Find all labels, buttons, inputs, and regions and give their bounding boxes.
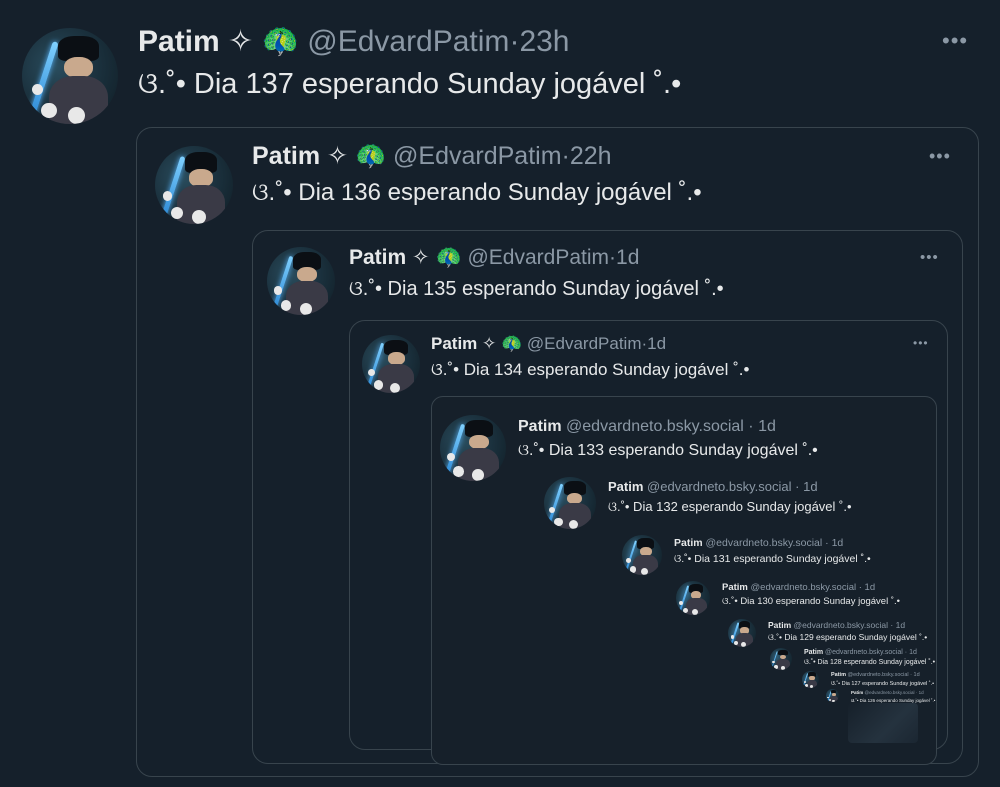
post-text: ଓ.˚• Dia 136 esperando Sunday jogável ˚.… xyxy=(252,179,702,206)
handle: @edvardneto.bsky.social xyxy=(793,620,888,630)
avatar xyxy=(770,648,792,670)
recursive-tail xyxy=(848,703,918,743)
quoted-post[interactable]: Patim ✧ 🦚 @EdvardPatim·1d ••• ଓ.˚• Dia 1… xyxy=(252,230,963,765)
more-options-icon[interactable]: ••• xyxy=(920,249,939,266)
timestamp: 1d xyxy=(803,479,818,494)
display-name: Patim xyxy=(608,479,644,494)
peacock-emoji-icon: 🦚 xyxy=(501,334,523,353)
timestamp: 1d xyxy=(913,672,920,678)
avatar[interactable] xyxy=(22,28,118,124)
bsky-post-header: Patim @edvardneto.bsky.social · 1d xyxy=(851,689,924,697)
separator: · xyxy=(795,479,800,494)
display-name: Patim xyxy=(722,582,748,593)
post-text: ଓ.˚• Dia 133 esperando Sunday jogável ˚.… xyxy=(518,442,818,459)
display-name: Patim xyxy=(851,690,864,695)
post-text: ଓ.˚• Dia 137 esperando Sunday jogável ˚.… xyxy=(138,68,682,100)
separator: · xyxy=(915,690,918,695)
post-text: ଓ.˚• Dia 129 esperando Sunday jogável ˚.… xyxy=(768,632,928,642)
handle: @edvardneto.bsky.social xyxy=(847,672,909,678)
embedded-image[interactable]: Patim @edvardneto.bsky.social · 1d ଓ.˚• D… xyxy=(431,396,937,765)
sparkle-badge-icon: ✧ xyxy=(412,246,430,269)
timestamp: 1d xyxy=(864,582,876,593)
bsky-post-header: Patim @edvardneto.bsky.social · 1d xyxy=(722,581,875,595)
peacock-emoji-icon: 🦚 xyxy=(354,142,387,170)
bsky-post-header: Patim @edvardneto.bsky.social · 1d xyxy=(831,671,920,680)
bsky-post-header: Patim @edvardneto.bsky.social · 1d xyxy=(608,477,818,497)
sparkle-badge-icon: ✧ xyxy=(482,334,497,353)
display-name: Patim xyxy=(768,620,792,630)
timestamp: 1d xyxy=(831,537,844,549)
handle: @edvardneto.bsky.social xyxy=(705,537,823,549)
quoted-post[interactable]: Patim ✧ 🦚 @EdvardPatim·22h ••• ଓ.˚• Dia … xyxy=(136,127,979,777)
display-name: Patim xyxy=(804,649,824,656)
display-name[interactable]: Patim xyxy=(252,142,320,170)
post-text: ଓ.˚• Dia 131 esperando Sunday jogável ˚.… xyxy=(674,553,871,565)
timestamp[interactable]: 1d xyxy=(616,246,639,269)
handle: @edvardneto.bsky.social xyxy=(825,649,903,656)
sparkle-badge-icon: ✧ xyxy=(327,142,348,170)
post-text: ଓ.˚• Dia 135 esperando Sunday jogável ˚.… xyxy=(349,278,724,300)
post-text: ଓ.˚• Dia 127 esperando Sunday jogável ˚.… xyxy=(831,681,935,687)
quoted-post[interactable]: Patim ✧ 🦚 @EdvardPatim·1d ••• ଓ.˚• Dia 1… xyxy=(349,320,948,765)
separator: · xyxy=(748,418,754,435)
post-text: ଓ.˚• Dia 132 esperando Sunday jogável ˚.… xyxy=(608,499,852,514)
post-text: ଓ.˚• Dia 130 esperando Sunday jogável ˚.… xyxy=(722,596,900,607)
avatar xyxy=(728,619,756,647)
more-options-icon[interactable]: ••• xyxy=(942,28,968,54)
separator: · xyxy=(858,582,862,593)
separator: · xyxy=(890,620,894,630)
display-name: Patim xyxy=(674,537,703,549)
timestamp[interactable]: 23h xyxy=(519,25,569,58)
display-name[interactable]: Patim xyxy=(138,25,220,58)
display-name: Patim xyxy=(518,418,562,435)
avatar[interactable] xyxy=(362,335,420,393)
peacock-emoji-icon: 🦚 xyxy=(261,25,299,58)
separator: · xyxy=(910,672,913,678)
avatar xyxy=(440,415,506,481)
handle: @edvardneto.bsky.social xyxy=(864,690,915,695)
handle[interactable]: @EdvardPatim xyxy=(393,142,562,170)
avatar xyxy=(544,477,596,529)
timestamp: 1d xyxy=(895,620,906,630)
avatar[interactable] xyxy=(155,146,233,224)
separator: · xyxy=(904,649,908,656)
display-name[interactable]: Patim xyxy=(349,246,406,269)
bsky-post-header: Patim @edvardneto.bsky.social · 1d xyxy=(768,619,905,631)
display-name: Patim xyxy=(831,672,846,678)
more-options-icon[interactable]: ••• xyxy=(913,336,929,350)
bsky-post-header: Patim @edvardneto.bsky.social · 1d xyxy=(518,415,776,439)
timestamp: 1d xyxy=(758,418,776,435)
timestamp[interactable]: 1d xyxy=(647,334,666,353)
handle[interactable]: @EdvardPatim xyxy=(307,25,509,58)
handle: @edvardneto.bsky.social xyxy=(647,479,792,494)
bsky-post-header: Patim @edvardneto.bsky.social · 1d xyxy=(674,535,843,551)
avatar xyxy=(676,581,710,615)
sparkle-badge-icon: ✧ xyxy=(228,25,254,58)
avatar xyxy=(826,689,839,702)
avatar[interactable] xyxy=(267,247,335,315)
timestamp[interactable]: 22h xyxy=(570,142,612,170)
handle[interactable]: @EdvardPatim xyxy=(527,334,642,353)
avatar xyxy=(622,535,662,575)
separator: · xyxy=(561,142,570,170)
separator: · xyxy=(825,537,829,549)
more-options-icon[interactable]: ••• xyxy=(929,146,951,167)
separator: · xyxy=(509,25,520,58)
handle: @edvardneto.bsky.social xyxy=(566,418,744,435)
bsky-post-header: Patim @edvardneto.bsky.social · 1d xyxy=(804,648,917,658)
post-header: Patim ✧ 🦚 @EdvardPatim·22h xyxy=(252,141,612,171)
peacock-emoji-icon: 🦚 xyxy=(435,246,462,269)
avatar xyxy=(802,671,819,688)
timestamp: 1d xyxy=(909,649,917,656)
post-header: Patim ✧ 🦚 @EdvardPatim·23h xyxy=(138,24,570,60)
post-text: ଓ.˚• Dia 128 esperando Sunday jogável ˚.… xyxy=(804,659,936,666)
timestamp: 1d xyxy=(918,690,924,695)
post-text: ଓ.˚• Dia 134 esperando Sunday jogável ˚.… xyxy=(431,360,750,379)
display-name[interactable]: Patim xyxy=(431,334,477,353)
post-header: Patim ✧ 🦚 @EdvardPatim·1d xyxy=(349,245,639,271)
handle[interactable]: @EdvardPatim xyxy=(467,246,609,269)
post-header: Patim ✧ 🦚 @EdvardPatim·1d xyxy=(431,333,666,355)
separator: · xyxy=(609,246,617,269)
handle: @edvardneto.bsky.social xyxy=(750,582,857,593)
